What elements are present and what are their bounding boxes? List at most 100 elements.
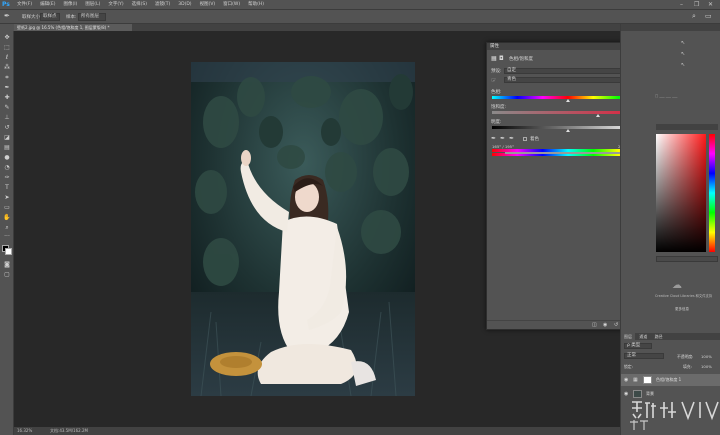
zoom-level[interactable]: 16.32% <box>17 427 32 435</box>
fill-label: 填充: <box>683 364 692 369</box>
eyedropper-tool-icon[interactable]: ✒ <box>4 12 10 20</box>
eyedropper-icon[interactable]: ✒ <box>3 84 11 92</box>
reset-icon[interactable]: ↺ <box>614 322 618 328</box>
history-brush-icon[interactable]: ↺ <box>3 124 11 132</box>
hue-label: 色相: <box>491 90 502 95</box>
document-tab[interactable]: 壁纸2.jpg @ 16.5% (色相/饱和度 1, 图层蒙版/8) * <box>14 24 132 31</box>
hand-icon[interactable]: ✋ <box>3 214 11 222</box>
more-tools-icon[interactable]: ··· <box>3 233 11 241</box>
libraries-select[interactable] <box>656 256 718 262</box>
view-previous-icon[interactable]: ◉ <box>603 322 607 328</box>
eye-icon[interactable]: ◉ <box>624 374 628 386</box>
blur-icon[interactable]: ● <box>3 154 11 162</box>
search-icon[interactable]: ⌕ <box>692 12 696 21</box>
lasso-icon[interactable]: ℓ <box>3 54 11 62</box>
menu-layer[interactable]: 图层(L) <box>81 0 104 9</box>
layer-row-adjustment[interactable]: ◉ ▦ 色相/饱和度 1 <box>621 374 720 386</box>
menu-image[interactable]: 图像(I) <box>59 0 81 9</box>
healing-icon[interactable]: ✚ <box>3 94 11 102</box>
sample-size-select[interactable]: 取样点 <box>40 13 60 21</box>
layers-tabbar: 图层 通道 路径 <box>621 333 720 340</box>
panel-option-icon[interactable]: ↖ <box>681 40 685 46</box>
app-logo: Ps <box>2 1 10 8</box>
blend-mode-select[interactable]: 正常 <box>624 353 664 359</box>
menu-view[interactable]: 视图(V) <box>196 0 220 9</box>
right-panel-dock: ↖ ↖ ↖ □ ___ ___ ___ ☁ Creative Cloud Lib… <box>620 24 720 435</box>
path-select-icon[interactable]: ➤ <box>3 194 11 202</box>
history-tabbar <box>621 24 720 31</box>
tab-layers[interactable]: 图层 <box>621 333 635 340</box>
background-color[interactable] <box>5 248 12 255</box>
panel-option-icon-2[interactable]: ↖ <box>681 51 685 57</box>
layer-name: 背景 <box>646 391 654 396</box>
cc-link[interactable]: 更多信息 <box>675 307 689 312</box>
status-bar: 16.32% 文档:43.5M/162.2M <box>14 427 620 435</box>
sample-select[interactable]: 所有图层 <box>78 13 106 21</box>
layer-mask-thumb[interactable] <box>643 376 652 384</box>
eyedropper-minus-icon[interactable]: ✒ <box>509 135 514 142</box>
fill-value[interactable]: 100% <box>701 364 712 369</box>
shape-icon[interactable]: ▭ <box>3 204 11 212</box>
eraser-icon[interactable]: ◪ <box>3 134 11 142</box>
marquee-icon[interactable]: ⬚ <box>3 44 11 52</box>
menu-file[interactable]: 文件(F) <box>13 0 36 9</box>
menu-type[interactable]: 文字(Y) <box>104 0 127 9</box>
workspace-icon[interactable]: ▭ <box>705 12 712 20</box>
hue-slider-thumb[interactable] <box>566 99 570 102</box>
menu-bar: Ps 文件(F) 编辑(E) 图像(I) 图层(L) 文字(Y) 选择(S) 滤… <box>0 0 720 9</box>
type-icon[interactable]: T <box>3 184 11 192</box>
layer-row-background[interactable]: ◉ 背景 <box>621 388 720 400</box>
mask-icon[interactable]: ◘ <box>499 55 504 62</box>
move-icon[interactable]: ✥ <box>3 34 11 42</box>
target-adjust-icon[interactable]: ☞ <box>491 77 496 84</box>
screen-mode-icon[interactable]: ▢ <box>3 271 11 279</box>
colorize-checkbox[interactable] <box>523 137 527 141</box>
quick-mask-icon[interactable]: ◙ <box>3 261 11 269</box>
colorize-label: 着色 <box>530 137 539 142</box>
tab-channels[interactable]: 通道 <box>636 333 650 340</box>
color-tabbar <box>656 124 718 130</box>
minimize-icon[interactable]: – <box>680 0 683 9</box>
stamp-icon[interactable]: ⊥ <box>3 114 11 122</box>
pen-icon[interactable]: ✑ <box>3 174 11 182</box>
layer-name: 色相/饱和度 1 <box>656 377 682 382</box>
close-icon[interactable]: ✕ <box>708 0 713 9</box>
maximize-icon[interactable]: ❐ <box>694 0 699 9</box>
panel-option-icon-3[interactable]: ↖ <box>681 62 685 68</box>
layer-kind-filter[interactable]: ρ 类型 <box>624 343 652 349</box>
hue-strip[interactable] <box>709 134 715 252</box>
adjustment-icon: ▦ <box>491 55 497 62</box>
menu-3d[interactable]: 3D(D) <box>174 0 195 9</box>
menu-filter[interactable]: 滤镜(T) <box>151 0 174 9</box>
opacity-value[interactable]: 100% <box>701 354 712 359</box>
clip-to-layer-icon[interactable]: ◫ <box>592 322 597 328</box>
lightness-label: 明度: <box>491 120 502 125</box>
sample-size-label: 取样大小: <box>22 15 42 20</box>
layer-thumb[interactable] <box>633 390 642 398</box>
menu-window[interactable]: 窗口(W) <box>219 0 244 9</box>
brush-icon[interactable]: ✎ <box>3 104 11 112</box>
eye-icon[interactable]: ◉ <box>624 388 628 400</box>
crop-icon[interactable]: ⌗ <box>3 74 11 82</box>
saturation-slider-thumb[interactable] <box>596 114 601 117</box>
saturation-label: 饱和度: <box>491 105 507 110</box>
zoom-icon[interactable]: ⌕ <box>3 224 11 232</box>
eyedropper-plus-icon[interactable]: ✒ <box>500 135 505 142</box>
dodge-icon[interactable]: ◔ <box>3 164 11 172</box>
lock-label: 锁定: <box>624 364 633 369</box>
tab-paths[interactable]: 路径 <box>652 333 666 340</box>
color-picker-field[interactable] <box>656 134 706 252</box>
menu-help[interactable]: 帮助(H) <box>244 0 268 9</box>
cc-notice-line: □ ___ ___ ___ <box>655 94 678 98</box>
color-range-selector[interactable] <box>505 152 623 154</box>
adjustment-layer-icon: ▦ <box>633 377 638 383</box>
lightness-slider-thumb[interactable] <box>566 129 570 132</box>
menu-edit[interactable]: 编辑(E) <box>36 0 59 9</box>
eyedropper-icon[interactable]: ✒ <box>491 135 496 142</box>
document-image[interactable] <box>191 62 415 396</box>
gradient-icon[interactable]: ▤ <box>3 144 11 152</box>
toolbox: ✥ ⬚ ℓ ⁂ ⌗ ✒ ✚ ✎ ⊥ ↺ ◪ ▤ ● ◔ ✑ T ➤ ▭ ✋ ⌕ … <box>0 31 14 435</box>
menu-select[interactable]: 选择(S) <box>128 0 151 9</box>
preset-label: 预设: <box>491 69 502 74</box>
magic-wand-icon[interactable]: ⁂ <box>3 64 11 72</box>
